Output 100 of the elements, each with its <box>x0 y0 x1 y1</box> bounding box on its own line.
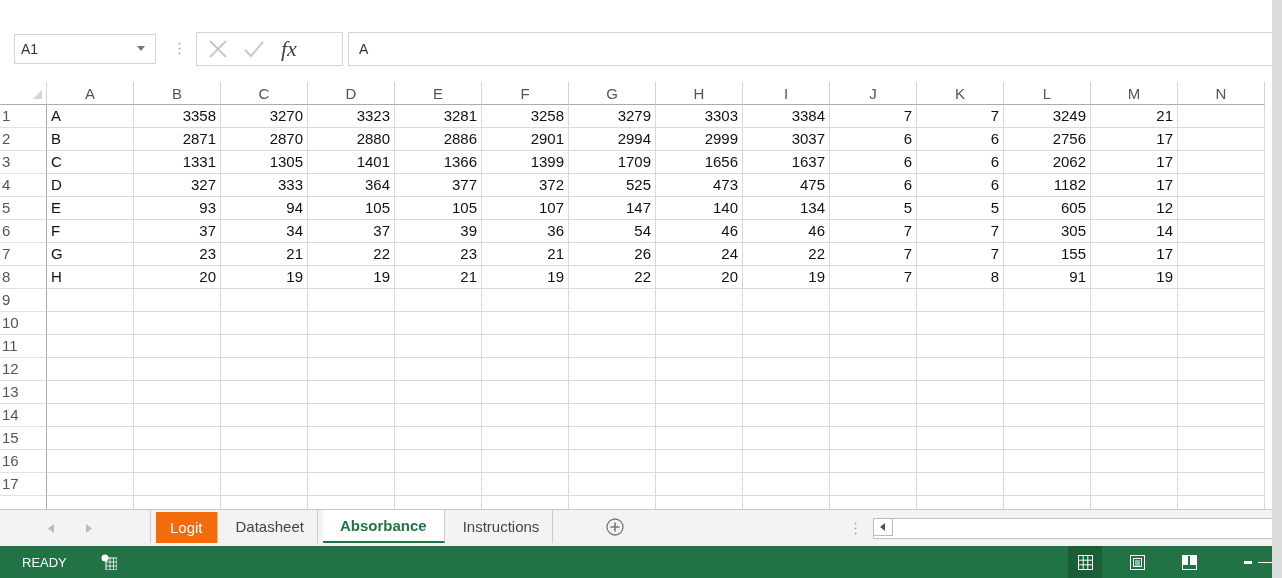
table-cell: 39 <box>395 220 482 244</box>
horizontal-scrollbar[interactable] <box>873 517 1272 539</box>
table-cell: 105 <box>308 197 395 221</box>
table-cell: 3258 <box>482 105 569 129</box>
insert-function-button[interactable]: fx <box>281 35 297 62</box>
table-cell: 3384 <box>743 105 830 129</box>
column-header[interactable]: C <box>221 82 308 106</box>
row-header[interactable]: 3 <box>0 151 47 175</box>
table-cell: 5 <box>830 197 917 221</box>
row-header[interactable]: 12 <box>0 358 47 382</box>
table-cell: C <box>47 151 134 175</box>
column-header[interactable]: K <box>917 82 1004 106</box>
row-header[interactable]: 16 <box>0 450 47 474</box>
column-header[interactable]: J <box>830 82 917 106</box>
row-header[interactable]: 11 <box>0 335 47 359</box>
scroll-left-icon[interactable] <box>873 517 894 536</box>
page-layout-icon <box>1129 554 1145 570</box>
table-cell: 1656 <box>656 151 743 175</box>
normal-view-icon <box>1077 554 1093 570</box>
normal-view-button[interactable] <box>1068 546 1102 578</box>
row-header[interactable]: 5 <box>0 197 47 221</box>
column-header[interactable]: F <box>482 82 569 106</box>
column-header[interactable]: G <box>569 82 656 106</box>
table-cell: 305 <box>1004 220 1091 244</box>
table-cell: 91 <box>1004 266 1091 290</box>
table-cell: 2880 <box>308 128 395 152</box>
column-header[interactable]: A <box>47 82 134 106</box>
table-cell: 14 <box>1091 220 1178 244</box>
table-cell: 7 <box>830 220 917 244</box>
table-cell: 3279 <box>569 105 656 129</box>
row-header[interactable]: 7 <box>0 243 47 267</box>
table-cell: 377 <box>395 174 482 198</box>
table-cell: 5 <box>917 197 1004 221</box>
row-header[interactable]: 13 <box>0 381 47 405</box>
table-cell: 7 <box>917 243 1004 267</box>
row-header[interactable]: 14 <box>0 404 47 428</box>
table-cell: 93 <box>134 197 221 221</box>
table-cell: 46 <box>656 220 743 244</box>
table-cell: 19 <box>1091 266 1178 290</box>
table-cell: 2994 <box>569 128 656 152</box>
column-header[interactable]: D <box>308 82 395 106</box>
table-cell: 22 <box>743 243 830 267</box>
table-cell: 7 <box>917 220 1004 244</box>
row-header[interactable]: 17 <box>0 473 47 497</box>
sheet-tab[interactable]: Instructions <box>449 509 554 543</box>
table-cell: 94 <box>221 197 308 221</box>
column-header[interactable]: M <box>1091 82 1178 106</box>
table-cell: 36 <box>482 220 569 244</box>
row-header[interactable]: 8 <box>0 266 47 290</box>
table-cell: 6 <box>917 151 1004 175</box>
column-header[interactable]: N <box>1178 82 1265 106</box>
table-cell: 17 <box>1091 128 1178 152</box>
status-text: READY <box>22 554 67 570</box>
column-header[interactable]: E <box>395 82 482 106</box>
sheet-tab[interactable]: Absorbance <box>322 509 445 543</box>
table-cell: 54 <box>569 220 656 244</box>
column-header[interactable]: L <box>1004 82 1091 106</box>
table-cell: D <box>47 174 134 198</box>
row-header[interactable]: 4 <box>0 174 47 198</box>
table-cell: 37 <box>308 220 395 244</box>
table-cell: 6 <box>917 128 1004 152</box>
row-header[interactable]: 10 <box>0 312 47 336</box>
row-header[interactable]: 1 <box>0 105 47 129</box>
column-header[interactable]: B <box>134 82 221 106</box>
grip-icon <box>178 42 181 56</box>
table-cell: A <box>47 105 134 129</box>
table-cell: 1709 <box>569 151 656 175</box>
column-header[interactable]: I <box>743 82 830 106</box>
table-cell: 3037 <box>743 128 830 152</box>
select-all-icon[interactable] <box>0 82 47 106</box>
page-break-icon <box>1181 554 1197 570</box>
table-cell: 19 <box>482 266 569 290</box>
table-cell: E <box>47 197 134 221</box>
row-header[interactable]: 15 <box>0 427 47 451</box>
dropdown-icon[interactable] <box>137 46 145 52</box>
table-cell: 22 <box>569 266 656 290</box>
table-cell: 3281 <box>395 105 482 129</box>
table-cell: 34 <box>221 220 308 244</box>
name-box[interactable]: A1 <box>14 33 156 64</box>
table-cell: 21 <box>395 266 482 290</box>
column-header[interactable]: H <box>656 82 743 106</box>
row-header[interactable]: 6 <box>0 220 47 244</box>
table-cell: 525 <box>569 174 656 198</box>
table-cell: 1401 <box>308 151 395 175</box>
table-cell: B <box>47 128 134 152</box>
sheet-tab[interactable]: Datasheet <box>222 509 318 543</box>
zoom-out-icon[interactable] <box>1244 560 1252 564</box>
table-cell: 2901 <box>482 128 569 152</box>
table-cell: 21 <box>221 243 308 267</box>
table-cell: 1399 <box>482 151 569 175</box>
table-cell: 20 <box>134 266 221 290</box>
table-cell: 155 <box>1004 243 1091 267</box>
formula-field[interactable]: A <box>348 31 1272 66</box>
table-cell: 6 <box>917 174 1004 198</box>
table-cell: 605 <box>1004 197 1091 221</box>
table-cell: 2886 <box>395 128 482 152</box>
checkmark-icon[interactable] <box>244 40 264 57</box>
row-header[interactable]: 2 <box>0 128 47 152</box>
row-header[interactable]: 9 <box>0 289 47 313</box>
add-sheet-icon[interactable] <box>606 517 625 536</box>
